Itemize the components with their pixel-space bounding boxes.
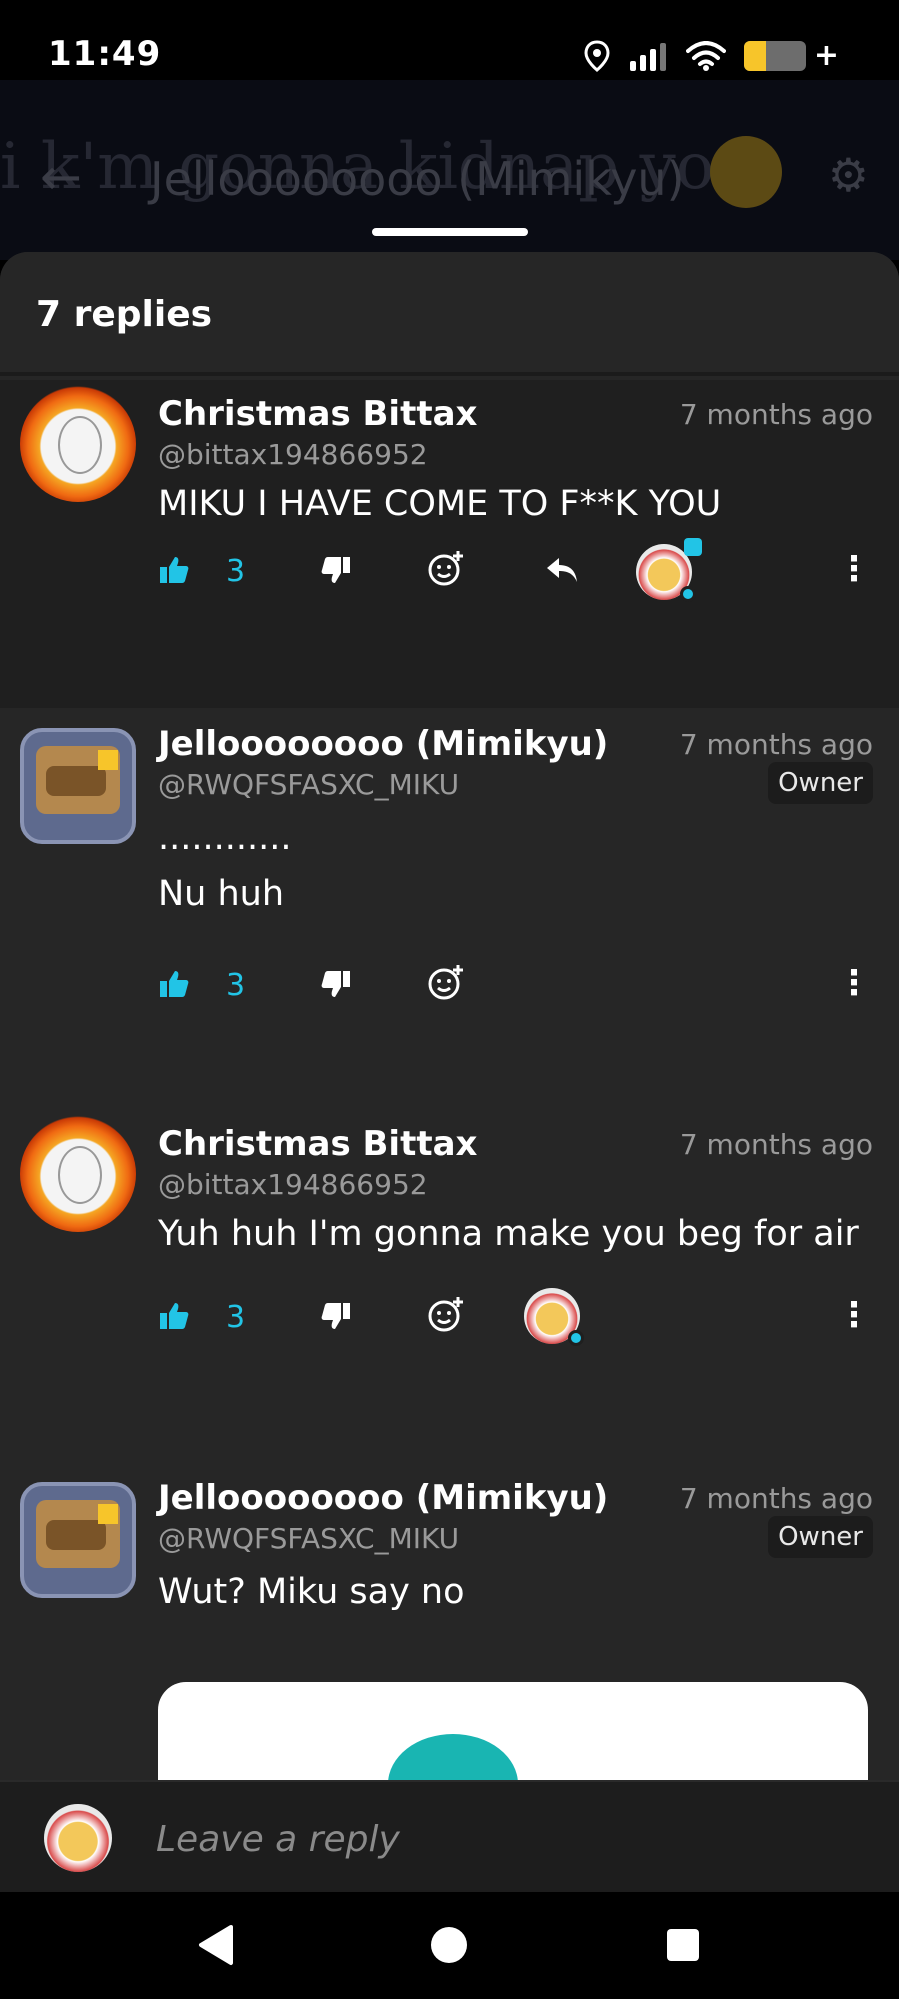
dislike-button[interactable] (314, 1294, 358, 1338)
home-circle-icon (431, 1927, 467, 1963)
like-button[interactable] (152, 548, 196, 592)
like-button[interactable] (152, 1294, 196, 1338)
like-count: 3 (226, 554, 246, 589)
comment-handle[interactable]: @RWQFSFASXC_MIKU (158, 768, 459, 801)
thumbs-down-icon (321, 1303, 350, 1329)
charging-plus-icon: + (813, 38, 839, 73)
comment-username[interactable]: Jelloooooooo (Mimikyu) (158, 1478, 608, 1518)
add-reaction-button[interactable] (424, 960, 468, 1004)
reply-bar (0, 1780, 899, 1892)
navigation-bar (0, 1892, 899, 1999)
comment-timestamp: 7 months ago (679, 728, 873, 761)
add-reaction-icon (428, 1297, 463, 1332)
signal-icon (629, 42, 666, 71)
nav-recents-button[interactable] (658, 1920, 708, 1970)
comment-text: Wut? Miku say no (158, 1572, 465, 1612)
comment-handle[interactable]: @bittax194866952 (158, 438, 428, 471)
reply-button[interactable] (540, 548, 584, 592)
thumbs-up-icon (160, 971, 189, 997)
status-bar: 11:49 + (0, 0, 899, 80)
comment-timestamp: 7 months ago (679, 1128, 873, 1161)
dislike-button[interactable] (314, 962, 358, 1006)
comment-handle[interactable]: @RWQFSFASXC_MIKU (158, 1522, 459, 1555)
add-reaction-button[interactable] (424, 546, 468, 590)
battery-charging-icon (743, 40, 806, 71)
back-arrow-icon: ← (40, 148, 82, 206)
like-button[interactable] (152, 962, 196, 1006)
reaction-avatar[interactable] (636, 538, 702, 602)
location-icon (584, 39, 610, 72)
replies-count: 7 replies (36, 294, 213, 335)
comment-text: ............ (158, 818, 292, 858)
back-triangle-icon (199, 1925, 233, 1965)
like-count: 3 (226, 1300, 246, 1335)
reaction-avatar[interactable] (524, 1288, 584, 1346)
comment-username[interactable]: Christmas Bittax (158, 394, 477, 434)
wifi-icon (685, 40, 726, 71)
add-reaction-button[interactable] (424, 1292, 468, 1336)
reply-input[interactable] (156, 1814, 856, 1864)
comment-text: MIKU I HAVE COME TO F**K YOU (158, 484, 722, 524)
more-options-icon[interactable]: ⋮ (837, 1298, 871, 1332)
comment-handle[interactable]: @bittax194866952 (158, 1168, 428, 1201)
comment-timestamp: 7 months ago (679, 1482, 873, 1515)
comment-text: Yuh huh I'm gonna make you beg for air (158, 1214, 859, 1254)
comment-username[interactable]: Christmas Bittax (158, 1124, 477, 1164)
thumbs-down-icon (321, 971, 350, 997)
comment-timestamp: 7 months ago (679, 398, 873, 431)
laughing-emoji-icon (710, 136, 782, 208)
nav-home-button[interactable] (424, 1920, 474, 1970)
owner-badge: Owner (768, 1516, 873, 1558)
more-options-icon[interactable]: ⋮ (837, 966, 871, 1000)
current-user-avatar (44, 1804, 112, 1872)
comment-item: Christmas Bittax 7 months ago @bittax194… (0, 380, 899, 708)
add-reaction-icon (428, 965, 463, 1000)
gear-icon: ⚙ (827, 148, 869, 202)
avatar[interactable] (20, 386, 136, 502)
more-options-icon[interactable]: ⋮ (837, 552, 871, 586)
owner-badge: Owner (768, 762, 873, 804)
thumbs-down-icon (321, 557, 350, 583)
reply-arrow-icon (547, 558, 577, 582)
replies-sheet: 7 replies Christmas Bittax 7 months ago … (0, 252, 899, 1782)
avatar[interactable] (20, 1482, 136, 1598)
thumbs-up-icon (160, 1303, 189, 1329)
avatar[interactable] (20, 1116, 136, 1232)
sheet-drag-handle[interactable] (372, 228, 528, 236)
status-time: 11:49 (48, 34, 162, 74)
comment-item: Jelloooooooo (Mimikyu) 7 months ago @RWQ… (0, 708, 899, 1048)
recents-square-icon (667, 1929, 699, 1961)
avatar[interactable] (20, 728, 136, 844)
sheet-header: 7 replies (0, 252, 899, 376)
comment-username[interactable]: Jelloooooooo (Mimikyu) (158, 724, 608, 764)
add-reaction-icon (428, 551, 463, 586)
thumbs-up-icon (160, 557, 189, 583)
comment-text: Nu huh (158, 874, 285, 914)
status-icons: + (584, 38, 839, 73)
like-count: 3 (226, 968, 246, 1003)
comment-item: Christmas Bittax 7 months ago @bittax194… (0, 1116, 899, 1432)
nav-back-button[interactable] (190, 1920, 240, 1970)
dislike-button[interactable] (314, 548, 358, 592)
background-title: Jelloooooooo (Mimikyu) (150, 152, 685, 206)
